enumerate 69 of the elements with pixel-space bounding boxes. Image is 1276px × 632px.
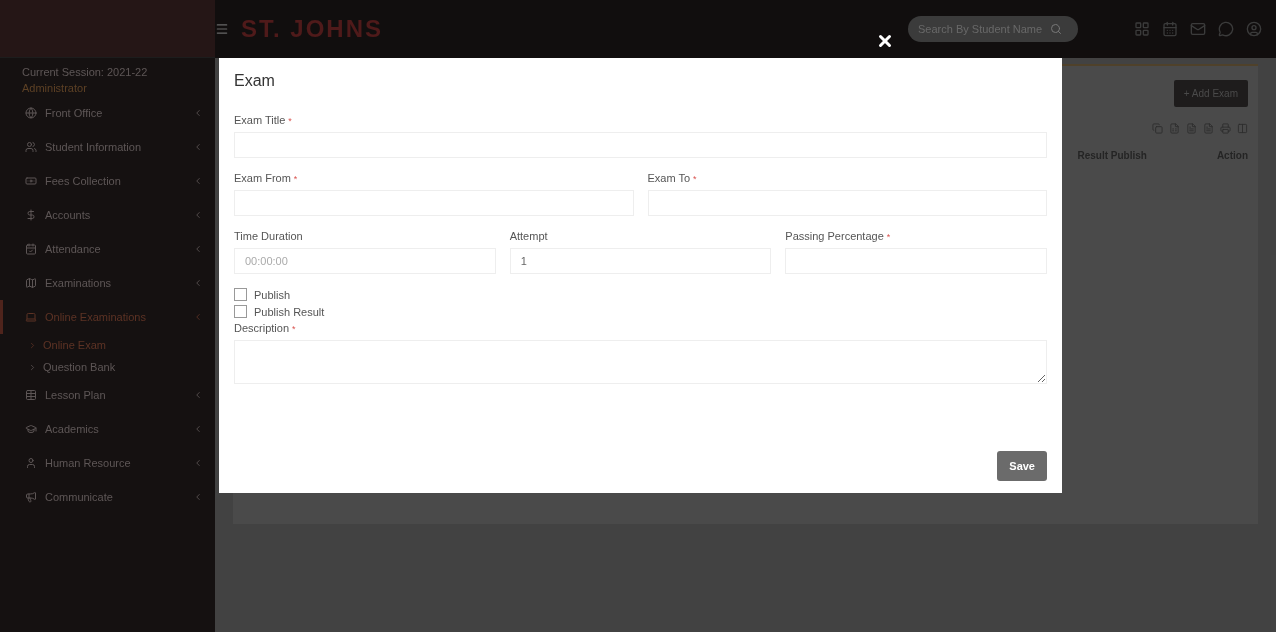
field-label: Time Duration [234,230,304,242]
sidebar-item[interactable]: Fees Collection [0,164,215,198]
menu-icon[interactable] [215,22,229,36]
chevron-icon [28,362,37,372]
chevron-icon [193,492,203,502]
field-label: Attempt [509,230,549,242]
sidebar-item[interactable]: Academics [0,412,215,446]
sidebar-item[interactable]: Human Resource [0,446,215,480]
sidebar-item[interactable]: Examinations [0,266,215,300]
sidebar-item[interactable]: Accounts [0,198,215,232]
field-label: Exam Title * [234,114,293,126]
chevron-icon [193,244,203,254]
description-field[interactable] [234,340,1047,384]
field-label: Exam From * [234,172,299,184]
chat-icon[interactable] [1218,21,1234,37]
session-label: Current Session: 2021-22 [21,65,149,80]
pdf-icon[interactable] [1203,123,1214,134]
menu-item-icon [25,277,37,289]
save-button[interactable]: Save [997,451,1047,481]
menu-item-icon [25,311,37,323]
menu-item-icon [25,175,37,187]
sidebar-item[interactable]: Attendance [0,232,215,266]
menu-item-icon [25,457,37,469]
chevron-icon [28,340,37,350]
chevron-icon [193,458,203,468]
chevron-icon [193,210,203,220]
sidebar-item[interactable]: Student Information [0,130,215,164]
chevron-icon [193,278,203,288]
menu-item-icon [25,107,37,119]
chevron-icon [193,142,203,152]
columns-icon[interactable] [1237,123,1248,134]
calendar-icon[interactable] [1162,21,1178,37]
input-field[interactable]: 00:00:00 [234,248,496,274]
menu-item-icon [25,141,37,153]
close-icon[interactable] [876,32,894,50]
chevron-icon [193,424,203,434]
sidebar-item[interactable]: Communicate [0,480,215,514]
sidebar-subitem[interactable]: Question Bank [0,356,215,378]
brand-name: ST. JOHNS [241,15,384,43]
grid-icon[interactable] [1134,21,1150,37]
document-icon[interactable] [1186,123,1197,134]
field-label: Passing Percentage * [785,230,892,242]
checkbox-label[interactable]: Publish Result [234,305,1047,318]
search-icon[interactable] [1050,23,1063,35]
print-icon[interactable] [1220,123,1231,134]
spreadsheet-icon[interactable] [1169,123,1180,134]
chevron-icon [193,312,203,322]
mail-icon[interactable] [1190,21,1206,37]
menu-item-icon [25,209,37,221]
menu-item-icon [25,491,37,503]
menu-item-icon [25,389,37,401]
checkbox[interactable] [234,288,247,301]
input-field[interactable]: 1 [509,248,772,274]
chevron-icon [193,390,203,400]
chevron-icon [193,176,203,186]
dialog-title: Exam [234,72,275,90]
menu-item-icon [25,423,37,435]
field-label: Exam To * [647,172,698,184]
sidebar-subitem[interactable]: Online Exam [0,334,215,356]
sidebar-item[interactable]: Front Office [0,96,215,130]
role-label: Administrator [21,81,88,96]
checkbox[interactable] [234,305,247,318]
sidebar-item[interactable]: Lesson Plan [0,378,215,412]
chevron-icon [193,108,203,118]
copy-icon[interactable] [1152,123,1163,134]
menu-item-icon [25,243,37,255]
checkbox-label[interactable]: Publish [234,288,1047,301]
user-icon[interactable] [1246,21,1262,37]
field-label: Description * [234,322,297,334]
